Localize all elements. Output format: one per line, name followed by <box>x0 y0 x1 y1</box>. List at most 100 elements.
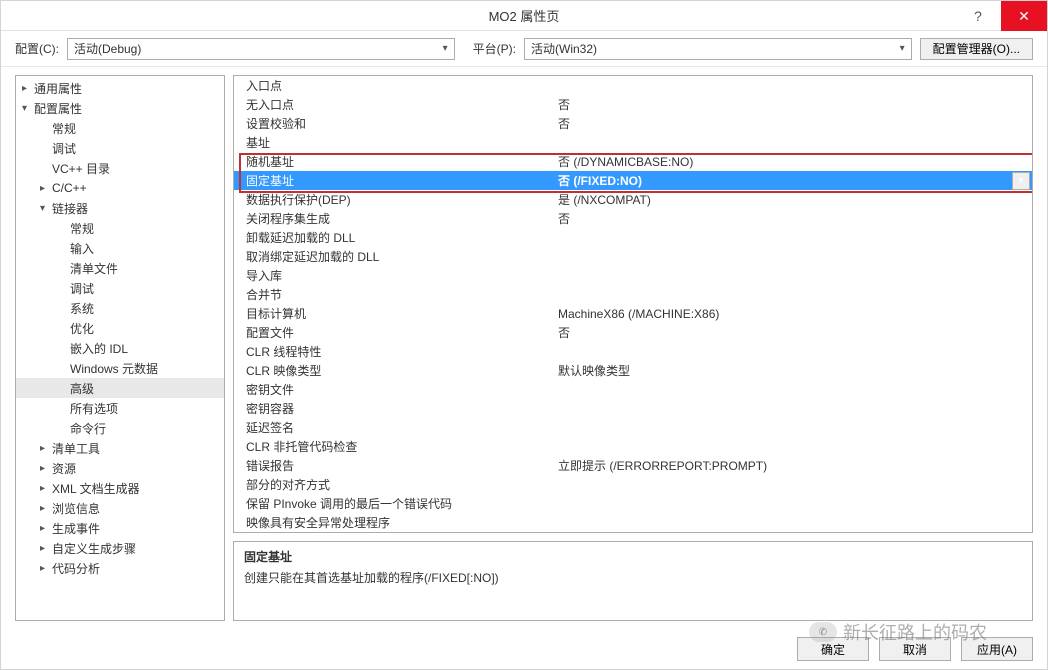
property-row[interactable]: 无入口点否 <box>234 95 1032 114</box>
property-row[interactable]: 合并节 <box>234 285 1032 304</box>
tree-item[interactable]: 清单文件 <box>16 258 224 278</box>
property-value[interactable]: 否 <box>554 210 1032 227</box>
tree-item[interactable]: 所有选项 <box>16 398 224 418</box>
property-row[interactable]: 基址 <box>234 133 1032 152</box>
property-row[interactable]: CLR 非托管代码检查 <box>234 437 1032 456</box>
tree-arrow-icon[interactable] <box>40 563 52 574</box>
property-label: 保留 PInvoke 调用的最后一个错误代码 <box>234 495 554 512</box>
tree-item[interactable]: Windows 元数据 <box>16 358 224 378</box>
tree-item[interactable]: 资源 <box>16 458 224 478</box>
platform-label: 平台(P): <box>473 40 516 57</box>
tree-item[interactable]: 优化 <box>16 318 224 338</box>
footer: ✆ 新长征路上的码农 确定 取消 应用(A) <box>1 629 1047 669</box>
property-label: 密钥文件 <box>234 381 554 398</box>
tree-item-label: 调试 <box>70 280 94 297</box>
property-label: 入口点 <box>234 77 554 94</box>
property-grid[interactable]: 入口点无入口点否设置校验和否基址随机基址否 (/DYNAMICBASE:NO)固… <box>233 75 1033 533</box>
tree-item[interactable]: 链接器 <box>16 198 224 218</box>
tree-item[interactable]: C/C++ <box>16 178 224 198</box>
property-row[interactable]: 随机基址否 (/DYNAMICBASE:NO) <box>234 152 1032 171</box>
platform-select[interactable]: 活动(Win32)▾ <box>524 38 912 60</box>
tree-item[interactable]: 代码分析 <box>16 558 224 578</box>
property-row[interactable]: 部分的对齐方式 <box>234 475 1032 494</box>
property-row[interactable]: 目标计算机MachineX86 (/MACHINE:X86) <box>234 304 1032 323</box>
tree-item[interactable]: XML 文档生成器 <box>16 478 224 498</box>
tree-arrow-icon[interactable] <box>22 103 34 114</box>
tree-item[interactable]: 输入 <box>16 238 224 258</box>
tree-item-label: 命令行 <box>70 420 106 437</box>
property-row[interactable]: 关闭程序集生成否 <box>234 209 1032 228</box>
property-row[interactable]: 延迟签名 <box>234 418 1032 437</box>
property-label: 随机基址 <box>234 153 554 170</box>
tree-item[interactable]: 常规 <box>16 218 224 238</box>
property-value[interactable]: MachineX86 (/MACHINE:X86) <box>554 307 1032 321</box>
property-value[interactable]: 否 <box>554 96 1032 113</box>
tree-arrow-icon[interactable] <box>40 463 52 474</box>
property-row[interactable]: 密钥文件 <box>234 380 1032 399</box>
tree-arrow-icon[interactable] <box>40 443 52 454</box>
tree-item[interactable]: 生成事件 <box>16 518 224 538</box>
tree-item[interactable]: 常规 <box>16 118 224 138</box>
config-select[interactable]: 活动(Debug)▾ <box>67 38 455 60</box>
tree-arrow-icon[interactable] <box>40 523 52 534</box>
tree-arrow-icon[interactable] <box>40 543 52 554</box>
property-value[interactable]: 默认映像类型 <box>554 362 1032 379</box>
property-label: 基址 <box>234 134 554 151</box>
property-label: 取消绑定延迟加载的 DLL <box>234 248 554 265</box>
config-manager-button[interactable]: 配置管理器(O)... <box>920 38 1033 60</box>
tree-arrow-icon[interactable] <box>40 483 52 494</box>
apply-button[interactable]: 应用(A) <box>961 637 1033 661</box>
tree-item-label: 清单工具 <box>52 440 100 457</box>
dropdown-icon[interactable]: ▾ <box>1012 172 1030 190</box>
tree-item[interactable]: VC++ 目录 <box>16 158 224 178</box>
tree-arrow-icon[interactable] <box>40 183 52 194</box>
tree-item[interactable]: 嵌入的 IDL <box>16 338 224 358</box>
property-value[interactable]: 否 (/DYNAMICBASE:NO) <box>554 153 1032 170</box>
close-button[interactable]: ✕ <box>1001 1 1047 31</box>
property-row[interactable]: CLR 线程特性 <box>234 342 1032 361</box>
tree-arrow-icon[interactable] <box>40 203 52 214</box>
property-value[interactable]: 是 (/NXCOMPAT) <box>554 191 1032 208</box>
help-button[interactable]: ? <box>955 1 1001 31</box>
property-row[interactable]: 密钥容器 <box>234 399 1032 418</box>
property-row[interactable]: 保留 PInvoke 调用的最后一个错误代码 <box>234 494 1032 513</box>
tree-item-label: 清单文件 <box>70 260 118 277</box>
property-value[interactable]: 立即提示 (/ERRORREPORT:PROMPT) <box>554 457 1032 474</box>
tree-item[interactable]: 配置属性 <box>16 98 224 118</box>
property-value[interactable]: 否 <box>554 115 1032 132</box>
property-row[interactable]: 映像具有安全异常处理程序 <box>234 513 1032 532</box>
tree-item[interactable]: 命令行 <box>16 418 224 438</box>
property-row[interactable]: 入口点 <box>234 76 1032 95</box>
property-row[interactable]: 错误报告立即提示 (/ERRORREPORT:PROMPT) <box>234 456 1032 475</box>
tree-item[interactable]: 浏览信息 <box>16 498 224 518</box>
ok-button[interactable]: 确定 <box>797 637 869 661</box>
property-row[interactable]: CLR 映像类型默认映像类型 <box>234 361 1032 380</box>
tree-item[interactable]: 自定义生成步骤 <box>16 538 224 558</box>
property-value[interactable]: 否 <box>554 324 1032 341</box>
property-row[interactable]: 取消绑定延迟加载的 DLL <box>234 247 1032 266</box>
tree-item-label: 链接器 <box>52 200 88 217</box>
tree-item[interactable]: 高级 <box>16 378 224 398</box>
property-value[interactable]: 否 (/FIXED:NO) <box>554 172 1012 189</box>
property-label: 延迟签名 <box>234 419 554 436</box>
tree-item-label: Windows 元数据 <box>70 360 158 377</box>
tree-item-label: 代码分析 <box>52 560 100 577</box>
tree-item[interactable]: 通用属性 <box>16 78 224 98</box>
tree-item-label: 常规 <box>70 220 94 237</box>
property-row[interactable]: 导入库 <box>234 266 1032 285</box>
tree-item[interactable]: 调试 <box>16 138 224 158</box>
tree-item[interactable]: 系统 <box>16 298 224 318</box>
property-row[interactable]: 卸载延迟加载的 DLL <box>234 228 1032 247</box>
tree-item-label: 配置属性 <box>34 100 82 117</box>
tree-item-label: 调试 <box>52 140 76 157</box>
property-row[interactable]: 固定基址否 (/FIXED:NO)▾ <box>234 171 1032 190</box>
cancel-button[interactable]: 取消 <box>879 637 951 661</box>
property-row[interactable]: 设置校验和否 <box>234 114 1032 133</box>
tree-item[interactable]: 调试 <box>16 278 224 298</box>
tree-panel[interactable]: 通用属性配置属性常规调试VC++ 目录C/C++链接器常规输入清单文件调试系统优… <box>15 75 225 621</box>
property-row[interactable]: 数据执行保护(DEP)是 (/NXCOMPAT) <box>234 190 1032 209</box>
tree-item[interactable]: 清单工具 <box>16 438 224 458</box>
tree-arrow-icon[interactable] <box>22 83 34 94</box>
property-row[interactable]: 配置文件否 <box>234 323 1032 342</box>
tree-arrow-icon[interactable] <box>40 503 52 514</box>
